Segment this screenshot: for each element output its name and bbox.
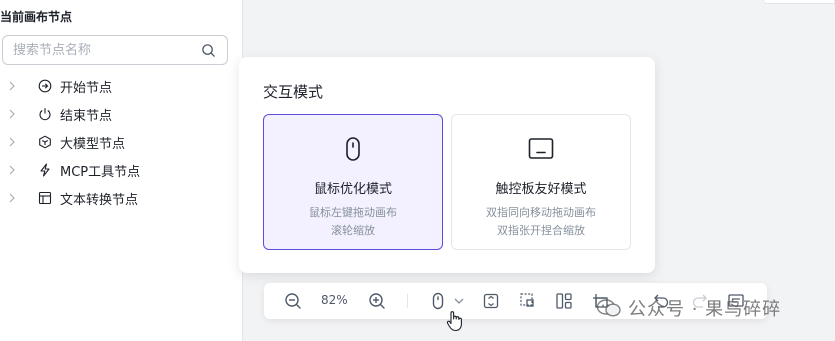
mouse-icon xyxy=(346,137,360,161)
auto-layout-icon[interactable] xyxy=(555,292,573,310)
mode-desc: 双指同向移动拖动画布 xyxy=(486,206,596,219)
panel-title: 当前画布节点 xyxy=(0,10,73,24)
node-label: 结束节点 xyxy=(60,109,113,124)
interaction-mode-popover: 交互模式 鼠标优化模式 鼠标左键拖动画布 滚轮缩放 触控板友好模式 双指同向移动… xyxy=(239,57,655,273)
node-item-end[interactable]: 结束节点 xyxy=(0,100,243,128)
mode-desc: 鼠标左键拖动画布 xyxy=(309,206,397,219)
search-box[interactable] xyxy=(2,35,228,65)
node-list: 开始节点 结束节点 大模型节点 MCP工具节点 文本转换节点 xyxy=(0,72,243,212)
chevron-right-icon[interactable] xyxy=(7,108,17,120)
node-item-llm[interactable]: 大模型节点 xyxy=(0,128,243,156)
node-panel: 当前画布节点 开始节点 结束节点 xyxy=(0,0,243,341)
chevron-down-icon[interactable] xyxy=(450,292,468,310)
mode-desc: 双指张开捏合缩放 xyxy=(497,224,585,237)
mode-desc: 滚轮缩放 xyxy=(331,224,375,237)
hand-cursor-icon xyxy=(446,311,462,332)
mouse-mode-card[interactable]: 鼠标优化模式 鼠标左键拖动画布 滚轮缩放 xyxy=(263,114,443,250)
mode-name: 鼠标优化模式 xyxy=(313,182,392,197)
watermark: 公众号 · 果鸟碎碎 xyxy=(596,294,826,322)
search-input[interactable] xyxy=(13,42,193,59)
top-right-panel-edge xyxy=(763,0,835,4)
fit-view-icon[interactable] xyxy=(482,292,500,310)
chevron-right-icon[interactable] xyxy=(7,136,17,148)
lightning-icon xyxy=(40,163,50,177)
wechat-logo-icon xyxy=(596,299,621,317)
chevron-right-icon[interactable] xyxy=(7,164,17,176)
popover-title: 交互模式 xyxy=(263,83,324,101)
node-label: 大模型节点 xyxy=(60,137,126,152)
toolbar-divider xyxy=(407,294,408,308)
node-item-start[interactable]: 开始节点 xyxy=(0,72,243,100)
mode-name: 触控板友好模式 xyxy=(495,182,587,197)
touchpad-icon xyxy=(528,138,554,159)
power-icon xyxy=(39,108,51,121)
zoom-level[interactable]: 82% xyxy=(321,293,348,307)
chevron-right-icon[interactable] xyxy=(7,80,17,92)
chevron-right-icon[interactable] xyxy=(7,192,17,204)
zoom-out-icon[interactable] xyxy=(284,292,302,310)
start-node-icon xyxy=(38,79,52,93)
node-item-mcp-tool[interactable]: MCP工具节点 xyxy=(0,156,243,184)
node-label: MCP工具节点 xyxy=(60,165,141,180)
layout-icon xyxy=(38,191,52,205)
search-icon[interactable] xyxy=(201,43,216,58)
mouse-mode-icon[interactable] xyxy=(429,292,447,310)
watermark-text: 公众号 · 果鸟碎碎 xyxy=(628,299,782,320)
select-area-icon[interactable] xyxy=(519,292,537,310)
zoom-in-icon[interactable] xyxy=(368,292,386,310)
touchpad-mode-card[interactable]: 触控板友好模式 双指同向移动拖动画布 双指张开捏合缩放 xyxy=(451,114,631,250)
node-item-text-transform[interactable]: 文本转换节点 xyxy=(0,184,243,212)
cube-icon xyxy=(39,135,51,149)
node-label: 开始节点 xyxy=(60,81,113,96)
node-label: 文本转换节点 xyxy=(60,193,139,208)
